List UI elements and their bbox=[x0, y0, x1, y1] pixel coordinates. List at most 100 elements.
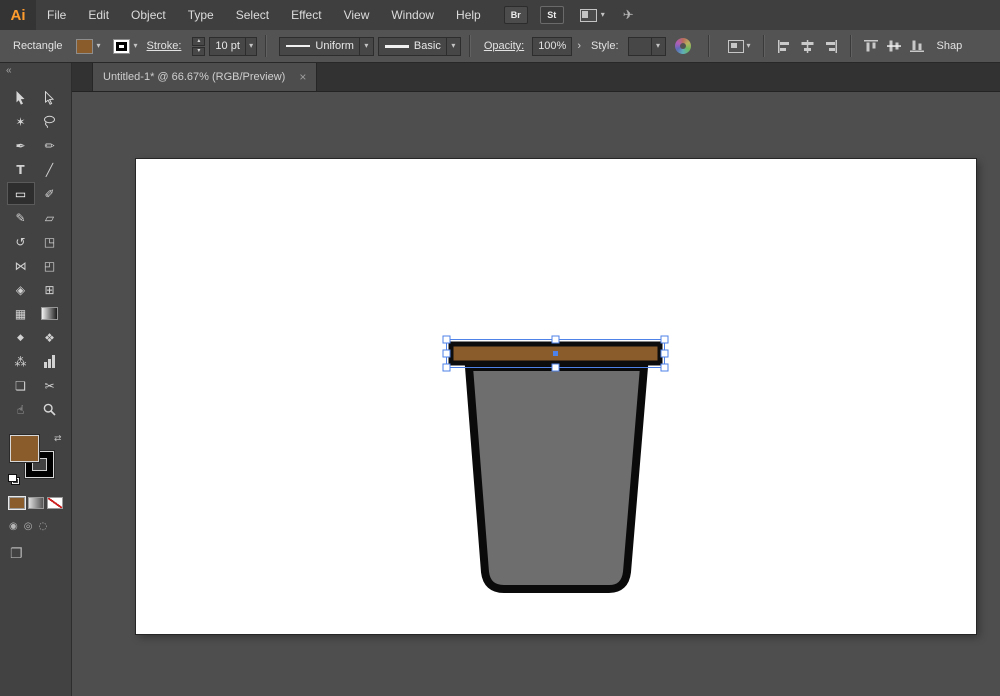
handle-mid-left[interactable] bbox=[443, 350, 450, 357]
menu-edit[interactable]: Edit bbox=[77, 0, 120, 30]
magic-wand-tool[interactable]: ✶ bbox=[7, 110, 35, 133]
align-vertical-top-button[interactable] bbox=[860, 35, 883, 57]
align-vertical-bottom-button[interactable] bbox=[906, 35, 929, 57]
menu-view[interactable]: View bbox=[333, 0, 381, 30]
bucket-body-shape[interactable] bbox=[469, 367, 644, 589]
draw-normal-button[interactable]: ◉ bbox=[9, 521, 18, 532]
align-horizontal-center-button[interactable] bbox=[796, 35, 819, 57]
direct-selection-tool[interactable] bbox=[36, 86, 64, 109]
rectangle-tool[interactable]: ▭ bbox=[7, 182, 35, 205]
align-horizontal-left-button[interactable] bbox=[773, 35, 796, 57]
stroke-color-control[interactable]: ▾ bbox=[113, 38, 142, 55]
free-transform-tool[interactable]: ◰ bbox=[36, 254, 64, 277]
none-button[interactable] bbox=[47, 497, 63, 509]
width-tool[interactable]: ⋈ bbox=[7, 254, 35, 277]
stroke-weight-select[interactable]: 10 pt ▾ bbox=[209, 37, 257, 56]
stepper-down-icon[interactable]: ▾ bbox=[192, 47, 205, 56]
handle-bottom-center[interactable] bbox=[552, 364, 559, 371]
slice-tool[interactable]: ✂ bbox=[36, 374, 64, 397]
stock-button[interactable]: St bbox=[540, 6, 564, 24]
align-options-button[interactable]: ▾ bbox=[728, 40, 751, 53]
brush-definition-select[interactable]: Basic ▾ bbox=[378, 37, 461, 56]
shape-panel-button[interactable]: Shape bbox=[937, 40, 962, 52]
menu-help[interactable]: Help bbox=[445, 0, 492, 30]
gradient-tool[interactable] bbox=[36, 302, 64, 325]
handle-mid-right[interactable] bbox=[661, 350, 668, 357]
collapse-panel-button[interactable]: « bbox=[0, 63, 71, 78]
type-tool[interactable]: T bbox=[7, 158, 35, 181]
curvature-tool[interactable]: ✏ bbox=[36, 134, 64, 157]
chevron-down-icon[interactable]: ▾ bbox=[93, 38, 105, 55]
bridge-button[interactable]: Br bbox=[504, 6, 528, 24]
chevron-down-icon[interactable]: ▾ bbox=[130, 38, 142, 55]
recolor-artwork-icon[interactable] bbox=[675, 38, 691, 54]
align-horizontal-right-icon bbox=[823, 40, 838, 53]
fill-color-control[interactable]: ▾ bbox=[76, 38, 105, 55]
fill-swatch[interactable] bbox=[10, 435, 39, 462]
gpu-performance-icon[interactable]: ✈ bbox=[623, 7, 634, 23]
zoom-tool[interactable] bbox=[36, 398, 64, 421]
pen-tool[interactable]: ✒ bbox=[7, 134, 35, 157]
menu-object[interactable]: Object bbox=[120, 0, 177, 30]
close-tab-icon[interactable]: × bbox=[299, 71, 306, 83]
blend-tool[interactable]: ❖ bbox=[36, 326, 64, 349]
handle-top-left[interactable] bbox=[443, 336, 450, 343]
draw-behind-button[interactable]: ◎ bbox=[24, 521, 33, 532]
perspective-grid-tool[interactable]: ⊞ bbox=[36, 278, 64, 301]
chevron-down-icon[interactable]: ▾ bbox=[245, 38, 257, 55]
menu-file[interactable]: File bbox=[36, 0, 77, 30]
shape-panel-label: Shape bbox=[937, 40, 962, 52]
align-horizontal-right-button[interactable] bbox=[819, 35, 842, 57]
chevron-down-icon[interactable]: ▾ bbox=[359, 38, 373, 55]
handle-bottom-left[interactable] bbox=[443, 364, 450, 371]
hand-tool[interactable]: ☝ bbox=[7, 398, 35, 421]
shape-builder-tool[interactable]: ◈ bbox=[7, 278, 35, 301]
pen-icon: ✒ bbox=[15, 139, 25, 153]
paintbrush-tool[interactable]: ✐ bbox=[36, 182, 64, 205]
color-button[interactable] bbox=[9, 497, 25, 509]
align-vertical-center-button[interactable] bbox=[883, 35, 906, 57]
document-tab[interactable]: Untitled-1* @ 66.67% (RGB/Preview) × bbox=[92, 63, 317, 91]
default-fill-stroke-icon[interactable] bbox=[8, 474, 20, 485]
eyedropper-tool[interactable]: ◆ bbox=[7, 326, 35, 349]
chevron-down-icon[interactable]: ▾ bbox=[446, 38, 460, 55]
eraser-tool[interactable]: ▱ bbox=[36, 206, 64, 229]
opacity-panel-arrow-icon[interactable]: › bbox=[577, 40, 581, 52]
pencil-tool[interactable]: ✎ bbox=[7, 206, 35, 229]
scale-tool[interactable]: ◳ bbox=[36, 230, 64, 253]
canvas-area[interactable] bbox=[72, 92, 1000, 696]
fill-color-swatch[interactable] bbox=[76, 39, 93, 54]
stroke-label[interactable]: Stroke: bbox=[147, 40, 182, 52]
menu-type[interactable]: Type bbox=[177, 0, 225, 30]
artboard-tool[interactable]: ❏ bbox=[7, 374, 35, 397]
handle-bottom-right[interactable] bbox=[661, 364, 668, 371]
menu-select[interactable]: Select bbox=[225, 0, 280, 30]
column-graph-tool[interactable] bbox=[36, 350, 64, 373]
swap-fill-stroke-icon[interactable]: ⇄ bbox=[54, 433, 62, 444]
opacity-input[interactable]: 100% bbox=[532, 37, 572, 56]
center-point[interactable] bbox=[553, 351, 558, 356]
gradient-button[interactable] bbox=[28, 497, 44, 509]
style-select[interactable]: ▾ bbox=[628, 37, 666, 56]
arrange-documents-button[interactable]: ▾ bbox=[580, 9, 605, 22]
draw-inside-button[interactable]: ◌ bbox=[38, 521, 47, 532]
menu-window[interactable]: Window bbox=[380, 0, 445, 30]
lasso-tool[interactable] bbox=[36, 110, 64, 133]
rotate-tool[interactable]: ↺ bbox=[7, 230, 35, 253]
chevron-down-icon[interactable]: ▾ bbox=[651, 38, 665, 55]
handle-top-right[interactable] bbox=[661, 336, 668, 343]
handle-top-center[interactable] bbox=[552, 336, 559, 343]
stroke-weight-stepper[interactable]: ▴ ▾ bbox=[192, 37, 205, 56]
opacity-label[interactable]: Opacity: bbox=[484, 40, 524, 52]
mesh-tool[interactable]: ▦ bbox=[7, 302, 35, 325]
align-to-icon bbox=[728, 40, 744, 53]
menu-effect[interactable]: Effect bbox=[280, 0, 332, 30]
line-segment-tool[interactable]: ╱ bbox=[36, 158, 64, 181]
selection-tool[interactable] bbox=[7, 86, 35, 109]
artboard[interactable] bbox=[136, 159, 976, 634]
width-profile-select[interactable]: Uniform ▾ bbox=[279, 37, 374, 56]
symbol-sprayer-tool[interactable]: ⁂ bbox=[7, 350, 35, 373]
stroke-color-swatch[interactable] bbox=[113, 39, 130, 54]
screen-mode-button[interactable]: ❐ bbox=[10, 546, 71, 562]
stepper-up-icon[interactable]: ▴ bbox=[192, 37, 205, 46]
